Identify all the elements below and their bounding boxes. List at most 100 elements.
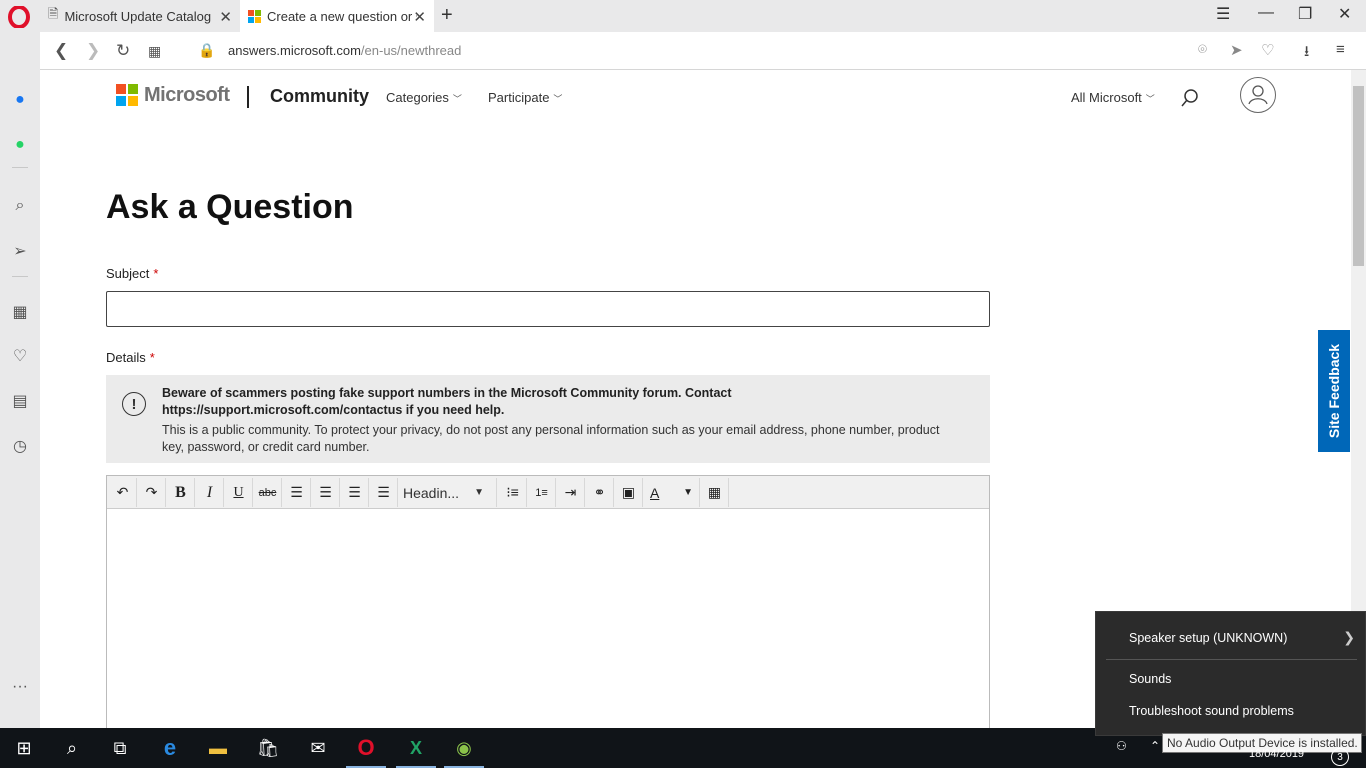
opera-sidebar: ● ● ⌕ ➢ ▦ ♡ ▤ ◷ ··· bbox=[0, 32, 40, 728]
heading-select[interactable]: Headin... ▼ bbox=[399, 478, 497, 507]
close-tab-icon[interactable]: ✕ bbox=[219, 8, 232, 26]
brand-name[interactable]: Microsoft bbox=[144, 84, 230, 107]
undo-icon[interactable]: ↶ bbox=[109, 478, 137, 507]
image-icon[interactable]: ▣ bbox=[615, 478, 643, 507]
editor-toolbar: ↶ ↷ B I U abc ☰ ☰ ☰ ☰ Headin... ▼ ⁝≡ 1≡ … bbox=[107, 476, 989, 509]
file-explorer-icon[interactable]: ▬ bbox=[194, 728, 242, 768]
tab-menu-icon[interactable]: ☰ bbox=[1216, 4, 1230, 24]
subject-input[interactable] bbox=[106, 291, 990, 327]
brand-divider bbox=[247, 86, 249, 108]
search-icon[interactable] bbox=[1180, 88, 1200, 108]
history-clock-icon[interactable]: ◷ bbox=[10, 436, 30, 456]
snapshot-icon[interactable]: ⌾ bbox=[1198, 41, 1207, 58]
align-right-icon[interactable]: ☰ bbox=[341, 478, 369, 507]
heart-icon[interactable]: ♡ bbox=[1261, 41, 1274, 59]
nav-label: Categories bbox=[386, 90, 449, 105]
all-microsoft-label: All Microsoft bbox=[1071, 90, 1142, 105]
italic-icon[interactable]: I bbox=[196, 478, 224, 507]
table-icon[interactable]: ▦ bbox=[701, 478, 729, 507]
numbered-list-icon[interactable]: 1≡ bbox=[528, 478, 556, 507]
align-left-icon[interactable]: ☰ bbox=[283, 478, 311, 507]
url-field[interactable]: answers.microsoft.com/en-us/newthread bbox=[228, 43, 461, 58]
subject-label: Subject * bbox=[106, 266, 158, 281]
bullet-list-icon[interactable]: ⁝≡ bbox=[499, 478, 527, 507]
menu-divider bbox=[1106, 659, 1357, 660]
align-center-icon[interactable]: ☰ bbox=[312, 478, 340, 507]
send-icon[interactable]: ➤ bbox=[1230, 41, 1243, 59]
close-tab-icon[interactable]: ✕ bbox=[413, 8, 426, 26]
sound-context-menu: Speaker setup (UNKNOWN) ❯ Sounds Trouble… bbox=[1095, 611, 1366, 736]
opera-logo-icon[interactable] bbox=[8, 6, 30, 28]
store-icon[interactable]: 🛍 bbox=[244, 728, 292, 768]
whatsapp-icon[interactable]: ● bbox=[10, 135, 30, 155]
details-editor[interactable]: ↶ ↷ B I U abc ☰ ☰ ☰ ☰ Headin... ▼ ⁝≡ 1≡ … bbox=[106, 475, 990, 728]
site-feedback-button[interactable]: Site Feedback bbox=[1318, 330, 1350, 452]
minimize-icon[interactable]: — bbox=[1258, 4, 1274, 22]
font-color-icon[interactable]: A ▼ bbox=[644, 478, 700, 507]
scam-warning-text: Beware of scammers posting fake support … bbox=[162, 386, 732, 417]
close-window-icon[interactable]: ✕ bbox=[1338, 4, 1351, 24]
menu-item-speaker-setup[interactable]: Speaker setup (UNKNOWN) bbox=[1129, 631, 1287, 645]
dropdown-arrow-icon: ▼ bbox=[683, 487, 693, 498]
menu-item-sounds[interactable]: Sounds bbox=[1129, 672, 1171, 686]
microsoft-logo-icon[interactable] bbox=[116, 84, 138, 106]
url-domain: answers.microsoft.com bbox=[228, 43, 361, 58]
restore-icon[interactable]: ❐ bbox=[1298, 4, 1312, 24]
all-microsoft-menu[interactable]: All Microsoft ﹀ bbox=[1071, 90, 1155, 105]
heading-select-value: Headin... bbox=[403, 484, 460, 501]
address-bar: ❮ ❯ ↻ ▦ 🔒 answers.microsoft.com/en-us/ne… bbox=[40, 32, 1366, 70]
forward-icon[interactable]: ❯ bbox=[86, 41, 100, 61]
android-studio-icon[interactable]: ◉ bbox=[440, 728, 488, 768]
edge-icon[interactable]: e bbox=[146, 728, 194, 768]
tab-create-question[interactable]: Create a new question or s ✕ bbox=[240, 0, 434, 32]
chevron-right-icon: ❯ bbox=[1343, 629, 1355, 645]
nav-participate[interactable]: Participate ﹀ bbox=[488, 90, 562, 105]
taskbar-date[interactable]: 18/04/2019 bbox=[1249, 748, 1304, 760]
privacy-text: This is a public community. To protect y… bbox=[162, 423, 940, 454]
strikethrough-icon[interactable]: abc bbox=[254, 478, 282, 507]
nav-label: Participate bbox=[488, 90, 550, 105]
sidebar-divider bbox=[12, 167, 28, 168]
redo-icon[interactable]: ↷ bbox=[138, 478, 166, 507]
download-icon[interactable]: ⭳ bbox=[1304, 41, 1309, 66]
microsoft-favicon-icon bbox=[248, 9, 261, 23]
align-justify-icon[interactable]: ☰ bbox=[370, 478, 398, 507]
tab-microsoft-update-catalog[interactable]: 🗎 Microsoft Update Catalog ✕ bbox=[40, 0, 240, 32]
link-icon[interactable]: ⚭ bbox=[586, 478, 614, 507]
scrollbar-thumb[interactable] bbox=[1353, 86, 1364, 266]
speed-dial-icon[interactable]: ▦ bbox=[148, 43, 161, 60]
notification-count-badge[interactable]: 3 bbox=[1331, 748, 1349, 766]
news-icon[interactable]: ▤ bbox=[10, 391, 30, 411]
search-icon[interactable]: ⌕ bbox=[48, 728, 96, 768]
back-icon[interactable]: ❮ bbox=[54, 41, 68, 61]
site-name[interactable]: Community bbox=[270, 86, 369, 107]
search-icon[interactable]: ⌕ bbox=[10, 196, 30, 216]
dropdown-arrow-icon: ▼ bbox=[474, 487, 484, 498]
nav-categories[interactable]: Categories ﹀ bbox=[386, 90, 462, 105]
messenger-icon[interactable]: ● bbox=[10, 90, 30, 110]
sidebar-divider bbox=[12, 276, 28, 277]
speed-dial-icon[interactable]: ▦ bbox=[10, 302, 30, 322]
easy-setup-icon[interactable]: ≡ bbox=[1336, 41, 1345, 58]
site-feedback-label: Site Feedback bbox=[1326, 343, 1342, 439]
task-view-icon[interactable]: ⧉ bbox=[96, 728, 144, 768]
excel-icon[interactable]: X bbox=[392, 728, 440, 768]
indent-icon[interactable]: ⇥ bbox=[557, 478, 585, 507]
page-title: Ask a Question bbox=[106, 188, 354, 226]
bold-icon[interactable]: B bbox=[167, 478, 195, 507]
show-hidden-icons-icon[interactable]: ⌃ bbox=[1150, 739, 1160, 753]
account-avatar[interactable] bbox=[1240, 77, 1276, 113]
menu-item-troubleshoot[interactable]: Troubleshoot sound problems bbox=[1129, 704, 1294, 718]
document-icon: 🗎 bbox=[48, 6, 59, 21]
underline-icon[interactable]: U bbox=[225, 478, 253, 507]
send-icon[interactable]: ➢ bbox=[10, 241, 30, 261]
new-tab-icon[interactable]: + bbox=[441, 4, 453, 27]
reload-icon[interactable]: ↻ bbox=[116, 41, 130, 61]
details-label-text: Details bbox=[106, 350, 146, 365]
mail-icon[interactable]: ✉ bbox=[294, 728, 342, 768]
bookmarks-heart-icon[interactable]: ♡ bbox=[10, 346, 30, 366]
more-icon[interactable]: ··· bbox=[10, 677, 30, 697]
people-icon[interactable]: ⚇ bbox=[1116, 739, 1127, 753]
windows-start-icon[interactable]: ⊞ bbox=[0, 728, 48, 768]
opera-taskbar-icon[interactable]: O bbox=[342, 728, 390, 768]
